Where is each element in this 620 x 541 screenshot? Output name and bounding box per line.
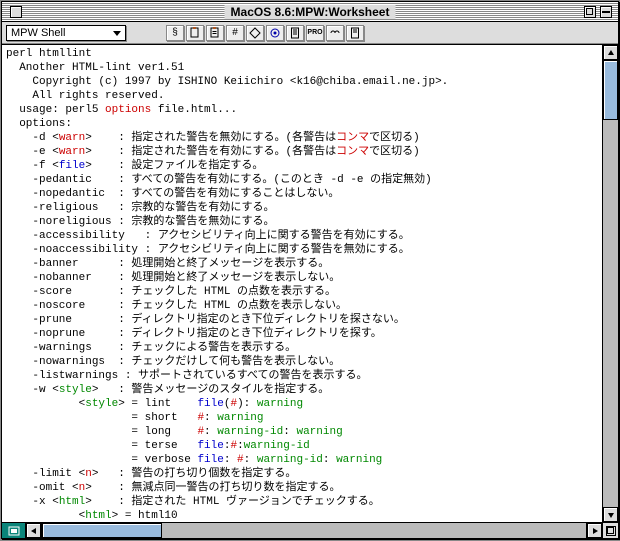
section-icon[interactable]: §: [166, 25, 184, 41]
diamond-icon[interactable]: [246, 25, 264, 41]
grow-box[interactable]: [602, 523, 618, 538]
worksheet-text[interactable]: perl htmllint Another HTML-lint ver1.51 …: [2, 45, 602, 522]
close-box[interactable]: [10, 6, 22, 18]
hscroll-thumb[interactable]: [42, 523, 162, 538]
page2-icon[interactable]: [346, 25, 364, 41]
status-indicator-icon[interactable]: [2, 523, 26, 538]
clipboard-copy-icon[interactable]: [186, 25, 204, 41]
collapse-box[interactable]: [600, 6, 612, 18]
title-bar-buttons: [584, 6, 612, 18]
target-icon[interactable]: [266, 25, 284, 41]
link-icon[interactable]: [326, 25, 344, 41]
zoom-box[interactable]: [584, 6, 596, 18]
scroll-up-arrow-icon[interactable]: [603, 45, 618, 60]
scroll-down-arrow-icon[interactable]: [603, 507, 618, 522]
vertical-scrollbar[interactable]: [602, 45, 618, 522]
content-area: perl htmllint Another HTML-lint ver1.51 …: [2, 44, 618, 522]
scroll-left-arrow-icon[interactable]: [26, 523, 41, 538]
pro-icon[interactable]: PRO: [306, 25, 324, 41]
bottom-bar: [2, 522, 618, 538]
worksheet-window: MacOS 8.6:MPW:Worksheet MPW Shell § # PR…: [1, 1, 619, 539]
hscroll-track[interactable]: [41, 523, 587, 538]
page-icon[interactable]: [286, 25, 304, 41]
window-title: MacOS 8.6:MPW:Worksheet: [225, 5, 396, 19]
horizontal-scrollbar[interactable]: [26, 523, 602, 538]
hash-icon[interactable]: #: [226, 25, 244, 41]
clipboard-paste-icon[interactable]: [206, 25, 224, 41]
title-bar[interactable]: MacOS 8.6:MPW:Worksheet: [2, 2, 618, 22]
vscroll-track[interactable]: [603, 60, 618, 507]
shell-popup[interactable]: MPW Shell: [6, 25, 126, 41]
toolbar: MPW Shell § # PRO: [2, 22, 618, 44]
scroll-right-arrow-icon[interactable]: [587, 523, 602, 538]
vscroll-thumb[interactable]: [603, 60, 618, 120]
shell-popup-label: MPW Shell: [11, 27, 65, 39]
